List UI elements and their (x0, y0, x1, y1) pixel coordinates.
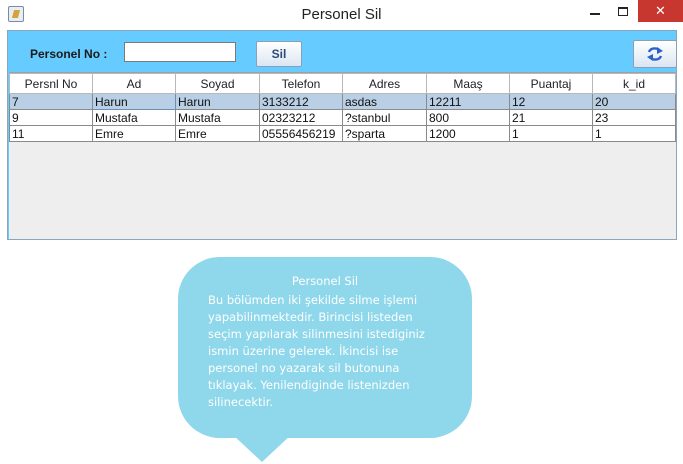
table-cell[interactable]: Emre (175, 125, 260, 142)
table-cell[interactable]: 21 (509, 109, 593, 126)
personel-table: Persnl No Ad Soyad Telefon Adres Maaş Pu… (9, 73, 676, 142)
column-header-adres[interactable]: Adres (342, 73, 427, 94)
help-bubble-tail (232, 434, 292, 462)
column-header-ad[interactable]: Ad (92, 73, 176, 94)
table-cell[interactable]: 23 (592, 109, 676, 126)
refresh-button[interactable] (633, 40, 677, 68)
table-cell[interactable]: 1 (509, 125, 593, 142)
table-cell[interactable]: 20 (592, 93, 676, 110)
table-cell[interactable]: ?sparta (342, 125, 427, 142)
help-bubble-title: Personel Sil (291, 274, 359, 288)
column-header-k-id[interactable]: k_id (592, 73, 676, 94)
close-button[interactable]: ✕ (638, 0, 683, 22)
table-header-row: Persnl No Ad Soyad Telefon Adres Maaş Pu… (9, 73, 676, 94)
table-cell[interactable]: Mustafa (175, 109, 260, 126)
table-cell[interactable]: Harun (175, 93, 260, 110)
table-cell[interactable]: Harun (92, 93, 176, 110)
table-cell[interactable]: 3133212 (259, 93, 343, 110)
table-cell[interactable]: 800 (426, 109, 510, 126)
table-cell[interactable]: 1200 (426, 125, 510, 142)
column-header-puantaj[interactable]: Puantaj (509, 73, 593, 94)
table-cell[interactable]: 7 (9, 93, 93, 110)
window-title: Personel Sil (301, 6, 382, 23)
personel-sil-panel: Personel No : Sil Persnl No Ad Soyad Tel… (7, 30, 677, 240)
table-cell[interactable]: 05556456219 (259, 125, 343, 142)
minimize-icon (590, 13, 600, 15)
sil-button[interactable]: Sil (256, 41, 302, 67)
title-bar: Personel Sil ✕ (0, 0, 683, 30)
table-cell[interactable]: 12 (509, 93, 593, 110)
table-row[interactable]: 11 Emre Emre 05556456219 ?sparta 1200 1 … (9, 125, 676, 142)
table-cell[interactable]: 12211 (426, 93, 510, 110)
personel-no-label: Personel No : (30, 47, 108, 61)
table-cell[interactable]: ?stanbul (342, 109, 427, 126)
maximize-icon (618, 6, 628, 16)
table-cell[interactable]: 11 (9, 125, 93, 142)
personel-table-scroll[interactable]: Persnl No Ad Soyad Telefon Adres Maaş Pu… (9, 72, 676, 239)
refresh-icon (647, 47, 663, 61)
personel-no-input[interactable] (124, 42, 236, 62)
table-row[interactable]: 7 Harun Harun 3133212 asdas 12211 12 20 (9, 93, 676, 110)
table-cell[interactable]: Emre (92, 125, 176, 142)
minimize-button[interactable] (582, 0, 608, 22)
column-header-persnl-no[interactable]: Persnl No (9, 73, 93, 94)
table-cell[interactable]: 02323212 (259, 109, 343, 126)
column-header-telefon[interactable]: Telefon (259, 73, 343, 94)
table-cell[interactable]: Mustafa (92, 109, 176, 126)
close-icon: ✕ (655, 3, 666, 19)
help-bubble-text: Bu bölümden iki şekilde silme işlemi yap… (208, 293, 425, 409)
column-header-soyad[interactable]: Soyad (175, 73, 260, 94)
column-header-maas[interactable]: Maaş (426, 73, 510, 94)
table-cell[interactable]: 9 (9, 109, 93, 126)
table-row[interactable]: 9 Mustafa Mustafa 02323212 ?stanbul 800 … (9, 109, 676, 126)
table-cell[interactable]: 1 (592, 125, 676, 142)
table-cell[interactable]: asdas (342, 93, 427, 110)
maximize-button[interactable] (610, 0, 636, 22)
